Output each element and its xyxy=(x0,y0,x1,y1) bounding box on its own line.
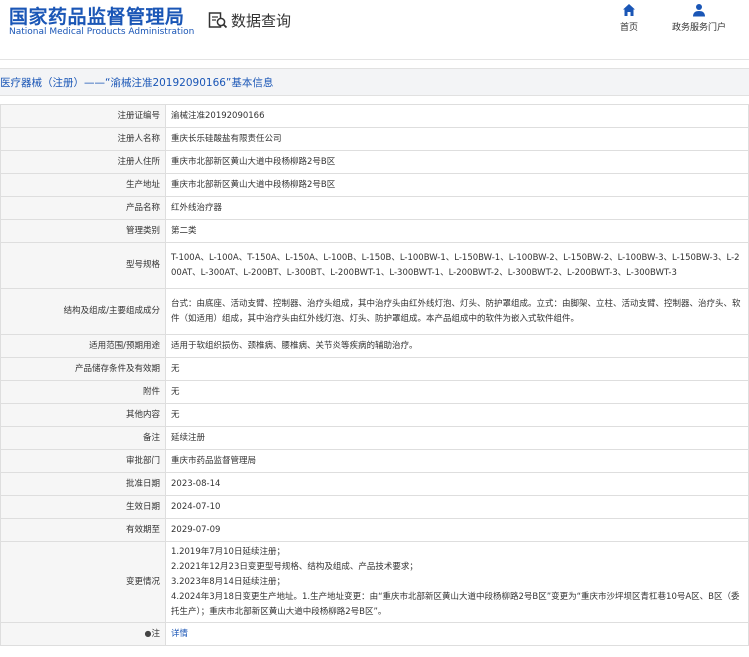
table-row: 审批部门 重庆市药品监督管理局 xyxy=(0,449,749,473)
field-value: 重庆市药品监督管理局 xyxy=(165,449,749,473)
change-history-item: 1.2019年7月10日延续注册； xyxy=(171,546,285,557)
field-label: 型号规格 xyxy=(0,242,166,289)
site-logo-title[interactable]: 国家药品监督管理局 xyxy=(9,2,185,29)
field-label: 变更情况 xyxy=(0,541,166,623)
field-label: 附件 xyxy=(0,380,166,404)
table-row: 适用范围/预期用途 适用于软组织损伤、颈椎病、腰椎病、关节炎等疾病的辅助治疗。 xyxy=(0,334,749,358)
field-value: 红外线治疗器 xyxy=(165,196,749,220)
field-value: 2023-08-14 xyxy=(165,472,749,496)
change-history-item: 4.2024年3月18日变更生产地址。1.生产地址变更：由“重庆市北部新区黄山大… xyxy=(171,591,740,617)
field-value: 详情 xyxy=(165,622,749,646)
field-value: 无 xyxy=(165,403,749,427)
field-label: 管理类别 xyxy=(0,219,166,243)
field-label: ●注 xyxy=(0,622,166,646)
table-row: 注册证编号 渝械注准20192090166 xyxy=(0,104,749,128)
field-value: 2029-07-09 xyxy=(165,518,749,542)
top-header: 国家药品监督管理局 National Medical Products Admi… xyxy=(0,0,749,50)
home-icon xyxy=(623,4,635,16)
table-row: 生效日期 2024-07-10 xyxy=(0,495,749,519)
title-bar: 医疗器械（注册）——“渝械注准20192090166”基本信息 xyxy=(0,68,749,96)
nav-home-label: 首页 xyxy=(620,23,639,33)
field-label: 注册人住所 xyxy=(0,150,166,174)
field-value: 第二类 xyxy=(165,219,749,243)
site-logo-subtitle: National Medical Products Administration xyxy=(9,27,195,37)
field-label: 产品名称 xyxy=(0,196,166,220)
table-row: 产品储存条件及有效期 无 xyxy=(0,357,749,381)
field-value: T-100A、L-100A、T-150A、L-150A、L-100B、L-150… xyxy=(165,242,749,289)
registration-info-table: 注册证编号 渝械注准20192090166 注册人名称 重庆长乐硅酸盐有限责任公… xyxy=(0,104,749,646)
nav-gov-service[interactable]: 政务服务门户 xyxy=(672,3,726,33)
field-label: 审批部门 xyxy=(0,449,166,473)
field-label: 生产地址 xyxy=(0,173,166,197)
table-row: 注册人住所 重庆市北部新区黄山大道中段杨柳路2号B区 xyxy=(0,150,749,174)
table-row: 生产地址 重庆市北部新区黄山大道中段杨柳路2号B区 xyxy=(0,173,749,197)
field-value: 重庆长乐硅酸盐有限责任公司 xyxy=(165,127,749,151)
field-value: 无 xyxy=(165,380,749,404)
field-label: 产品储存条件及有效期 xyxy=(0,357,166,381)
field-label: 注册人名称 xyxy=(0,127,166,151)
field-value: 无 xyxy=(165,357,749,381)
field-value: 台式：由底座、活动支臂、控制器、治疗头组成，其中治疗头由红外线灯泡、灯头、防护罩… xyxy=(165,288,749,335)
field-label: 备注 xyxy=(0,426,166,450)
change-history-item: 3.2023年8月14日延续注册； xyxy=(171,576,285,587)
page-title: 医疗器械（注册）——“渝械注准20192090166”基本信息 xyxy=(0,77,274,89)
table-row: 注册人名称 重庆长乐硅酸盐有限责任公司 xyxy=(0,127,749,151)
field-label: 批准日期 xyxy=(0,472,166,496)
field-value: 重庆市北部新区黄山大道中段杨柳路2号B区 xyxy=(165,150,749,174)
details-link[interactable]: 详情 xyxy=(171,629,188,639)
data-query-icon xyxy=(208,12,228,29)
field-label: 注册证编号 xyxy=(0,104,166,128)
field-value: 渝械注准20192090166 xyxy=(165,104,749,128)
field-label: 有效期至 xyxy=(0,518,166,542)
table-row: 产品名称 红外线治疗器 xyxy=(0,196,749,220)
table-row: 备注 延续注册 xyxy=(0,426,749,450)
nav-gov-service-label: 政务服务门户 xyxy=(672,23,727,33)
change-history: 1.2019年7月10日延续注册； 2.2021年12月23日变更型号规格、结构… xyxy=(165,541,749,623)
data-query-link[interactable]: 数据查询 xyxy=(208,9,291,31)
field-label: 适用范围/预期用途 xyxy=(0,334,166,358)
table-row: 有效期至 2029-07-09 xyxy=(0,518,749,542)
field-value: 延续注册 xyxy=(165,426,749,450)
table-row: 型号规格 T-100A、L-100A、T-150A、L-150A、L-100B、… xyxy=(0,242,749,289)
field-label: 结构及组成/主要组成成分 xyxy=(0,288,166,335)
change-history-item: 2.2021年12月23日变更型号规格、结构及组成、产品技术要求； xyxy=(171,561,418,572)
table-row: 附件 无 xyxy=(0,380,749,404)
table-row: 批准日期 2023-08-14 xyxy=(0,472,749,496)
field-label: 其他内容 xyxy=(0,403,166,427)
data-query-label: 数据查询 xyxy=(231,11,292,30)
field-value: 适用于软组织损伤、颈椎病、腰椎病、关节炎等疾病的辅助治疗。 xyxy=(165,334,749,358)
table-row: 变更情况 1.2019年7月10日延续注册； 2.2021年12月23日变更型号… xyxy=(0,541,749,623)
table-row: 其他内容 无 xyxy=(0,403,749,427)
user-icon xyxy=(693,4,705,17)
note-label: 注 xyxy=(151,629,160,639)
field-value: 2024-07-10 xyxy=(165,495,749,519)
field-label: 生效日期 xyxy=(0,495,166,519)
table-row: 结构及组成/主要组成成分 台式：由底座、活动支臂、控制器、治疗头组成，其中治疗头… xyxy=(0,288,749,335)
field-value: 重庆市北部新区黄山大道中段杨柳路2号B区 xyxy=(165,173,749,197)
table-row: ●注 详情 xyxy=(0,622,749,646)
table-row: 管理类别 第二类 xyxy=(0,219,749,243)
nav-home[interactable]: 首页 xyxy=(620,3,638,33)
header-divider xyxy=(0,59,749,60)
